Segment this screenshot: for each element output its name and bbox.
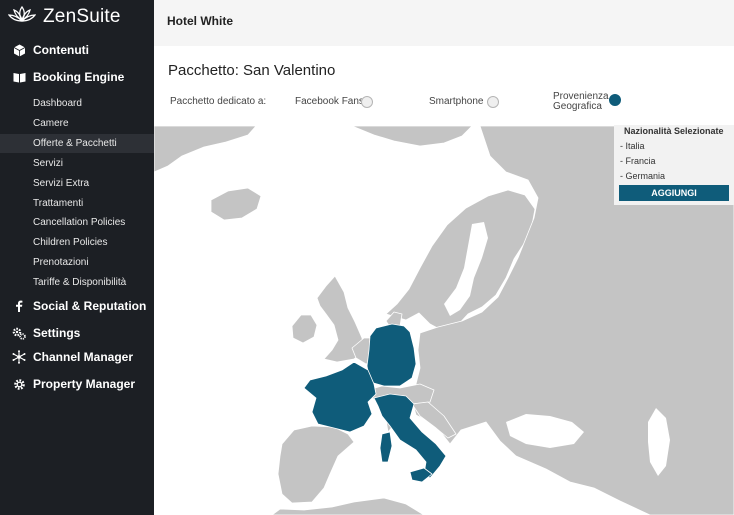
gears-icon <box>12 326 26 340</box>
map-arctic-islands <box>351 126 473 147</box>
map-sardinia <box>379 431 393 463</box>
nationalities-panel: Nazionalità Selezionate - Italia - Franc… <box>614 125 734 205</box>
provenienza-label: Provenienza Geografica <box>553 92 609 112</box>
nav-property-manager[interactable]: Property Manager <box>0 373 154 395</box>
nationality-item-francia: - Francia <box>620 156 656 166</box>
nav-contenuti-label: Contenuti <box>33 43 89 57</box>
subnav-children-policies-label: Children Policies <box>33 237 108 248</box>
facebook-fans-radio[interactable] <box>361 96 373 108</box>
network-icon <box>12 350 26 364</box>
nav-booking-engine-label: Booking Engine <box>33 70 125 84</box>
lotus-logo-icon <box>7 5 37 30</box>
subnav-dashboard[interactable]: Dashboard <box>0 94 154 113</box>
book-icon <box>12 70 26 84</box>
map-ireland <box>291 314 318 344</box>
facebook-icon <box>12 299 26 313</box>
subnav-servizi-label: Servizi <box>33 158 64 169</box>
main-content: Hotel White Pacchetto: San Valentino Pac… <box>154 0 734 515</box>
page-title: Pacchetto: San Valentino <box>168 62 336 79</box>
add-button[interactable]: AGGIUNGI <box>619 185 729 201</box>
nav-channel-manager[interactable]: Channel Manager <box>0 346 154 368</box>
map-iberia <box>277 425 355 504</box>
nav-settings-label: Settings <box>33 326 81 340</box>
subnav-prenotazioni-label: Prenotazioni <box>33 257 89 268</box>
subnav-servizi[interactable]: Servizi <box>0 154 154 173</box>
map-france <box>303 361 377 433</box>
app-name: ZenSuite <box>43 6 121 27</box>
smartphone-radio[interactable] <box>487 96 499 108</box>
nav-property-manager-label: Property Manager <box>33 377 136 391</box>
subnav-dashboard-label: Dashboard <box>33 98 82 109</box>
cube-icon <box>12 43 26 57</box>
subnav-camere[interactable]: Camere <box>0 114 154 133</box>
provenienza-geografica-radio[interactable] <box>609 94 621 106</box>
nav-settings[interactable]: Settings <box>0 322 154 344</box>
subnav-offerte-pacchetti[interactable]: Offerte & Pacchetti <box>0 134 154 153</box>
subnav-children-policies[interactable]: Children Policies <box>0 233 154 252</box>
nav-contenuti[interactable]: Contenuti <box>0 39 154 61</box>
subnav-servizi-extra-label: Servizi Extra <box>33 178 90 189</box>
subnav-trattamenti[interactable]: Trattamenti <box>0 194 154 213</box>
subnav-offerte-pacchetti-label: Offerte & Pacchetti <box>33 138 117 149</box>
subnav-servizi-extra[interactable]: Servizi Extra <box>0 174 154 193</box>
hotel-name: Hotel White <box>167 14 233 28</box>
map-iceland <box>210 187 262 221</box>
nav-social-reputation[interactable]: Social & Reputation <box>0 295 154 317</box>
nav-booking-engine[interactable]: Booking Engine <box>0 66 154 88</box>
dedicated-label: Pacchetto dedicato a: <box>170 96 267 107</box>
nationality-item-italia: - Italia <box>620 141 645 151</box>
nationality-item-germania: - Germania <box>620 171 666 181</box>
top-bar: Hotel White <box>154 0 734 46</box>
map-aegean-sea <box>480 452 514 482</box>
subnav-trattamenti-label: Trattamenti <box>33 198 84 209</box>
subnav-tariffe-disponibilita-label: Tariffe & Disponibilità <box>33 277 127 288</box>
nav-social-reputation-label: Social & Reputation <box>33 299 147 313</box>
subnav-cancellation-policies[interactable]: Cancellation Policies <box>0 213 154 232</box>
nav-channel-manager-label: Channel Manager <box>33 350 134 364</box>
map-greenland <box>154 126 257 173</box>
subnav-prenotazioni[interactable]: Prenotazioni <box>0 253 154 272</box>
smartphone-label: Smartphone <box>429 96 484 107</box>
subnav-camere-label: Camere <box>33 118 69 129</box>
app-logo[interactable]: ZenSuite <box>7 5 121 30</box>
gear-icon <box>12 377 26 391</box>
sidebar: ZenSuite Contenuti Booking Engine Dashbo… <box>0 0 154 515</box>
nationalities-title: Nazionalità Selezionate <box>624 126 724 136</box>
map-germany <box>366 323 417 387</box>
provenienza-label-line2: Geografica <box>553 101 602 112</box>
subnav-tariffe-disponibilita[interactable]: Tariffe & Disponibilità <box>0 273 154 292</box>
subnav-cancellation-policies-label: Cancellation Policies <box>33 217 126 228</box>
facebook-fans-label: Facebook Fans <box>295 96 364 107</box>
